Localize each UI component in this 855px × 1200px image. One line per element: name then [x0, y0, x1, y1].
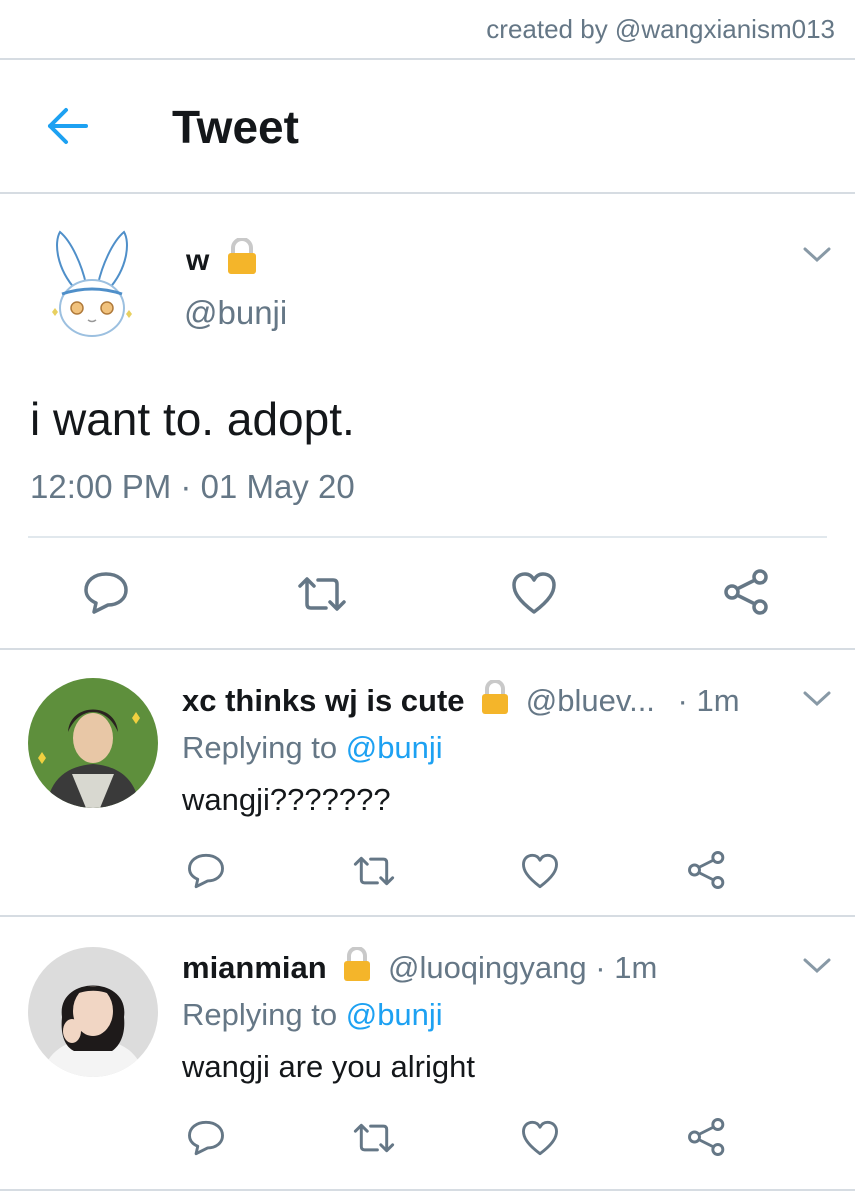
- back-arrow-icon[interactable]: [44, 106, 90, 146]
- retweet-icon[interactable]: [352, 854, 396, 888]
- top-bar: Tweet: [0, 60, 855, 194]
- tweet-timestamp[interactable]: 12:00 PM · 01 May 20: [30, 468, 355, 506]
- share-icon[interactable]: [686, 850, 728, 890]
- mention-link[interactable]: @bunji: [346, 997, 443, 1032]
- reply-author-name[interactable]: mianmian: [182, 950, 327, 985]
- reply-time: · 1m: [677, 683, 740, 718]
- reply-text: wangji are you alright: [182, 1049, 475, 1084]
- reply-author-handle[interactable]: @bluev...: [526, 683, 655, 718]
- creator-credit: created by @wangxianism013: [486, 14, 835, 44]
- share-icon[interactable]: [722, 568, 772, 616]
- replying-label: Replying to: [182, 997, 338, 1032]
- like-heart-icon[interactable]: [510, 570, 558, 616]
- reply-text: wangji???????: [182, 782, 391, 817]
- bunny-avatar[interactable]: [46, 228, 138, 340]
- author-name[interactable]: w: [186, 244, 209, 278]
- page-title: Tweet: [172, 101, 299, 153]
- retweet-icon[interactable]: [296, 574, 348, 614]
- replying-to-line: Replying to @bunji: [182, 730, 443, 766]
- avatar[interactable]: [28, 947, 158, 1077]
- chevron-down-icon[interactable]: [802, 690, 832, 708]
- replying-label: Replying to: [182, 730, 338, 765]
- avatar[interactable]: [28, 678, 158, 808]
- retweet-icon[interactable]: [352, 1121, 396, 1155]
- replying-to-line: Replying to @bunji: [182, 997, 443, 1033]
- chevron-down-icon[interactable]: [802, 957, 832, 975]
- tweet-text: i want to. adopt.: [30, 393, 355, 445]
- like-heart-icon[interactable]: [520, 1119, 560, 1157]
- header-divider: [0, 192, 855, 194]
- mention-link[interactable]: @bunji: [346, 730, 443, 765]
- reply-icon[interactable]: [82, 570, 130, 616]
- author-handle[interactable]: @bunji: [184, 294, 287, 332]
- reply-tweet[interactable]: mianmian @luoqingyang · 1m Replying to @…: [0, 917, 855, 1189]
- reply-icon[interactable]: [186, 1119, 226, 1157]
- actions-divider: [28, 536, 827, 538]
- reply-tweet[interactable]: xc thinks wj is cute @bluev... · 1m Repl…: [0, 650, 855, 915]
- main-tweet: w @bunji i want to. adopt. 12:00 PM · 01…: [0, 196, 855, 648]
- like-heart-icon[interactable]: [520, 852, 560, 890]
- reply-icon[interactable]: [186, 852, 226, 890]
- reply-author-name[interactable]: xc thinks wj is cute: [182, 683, 465, 718]
- protected-lock-icon: [482, 680, 509, 714]
- share-icon[interactable]: [686, 1117, 728, 1157]
- protected-lock-icon: [228, 238, 256, 274]
- protected-lock-icon: [344, 947, 371, 981]
- bottom-divider: [0, 1189, 855, 1191]
- reply-author-handle[interactable]: @luoqingyang: [388, 950, 587, 985]
- chevron-down-icon[interactable]: [802, 246, 832, 264]
- reply-time: · 1m: [595, 950, 658, 985]
